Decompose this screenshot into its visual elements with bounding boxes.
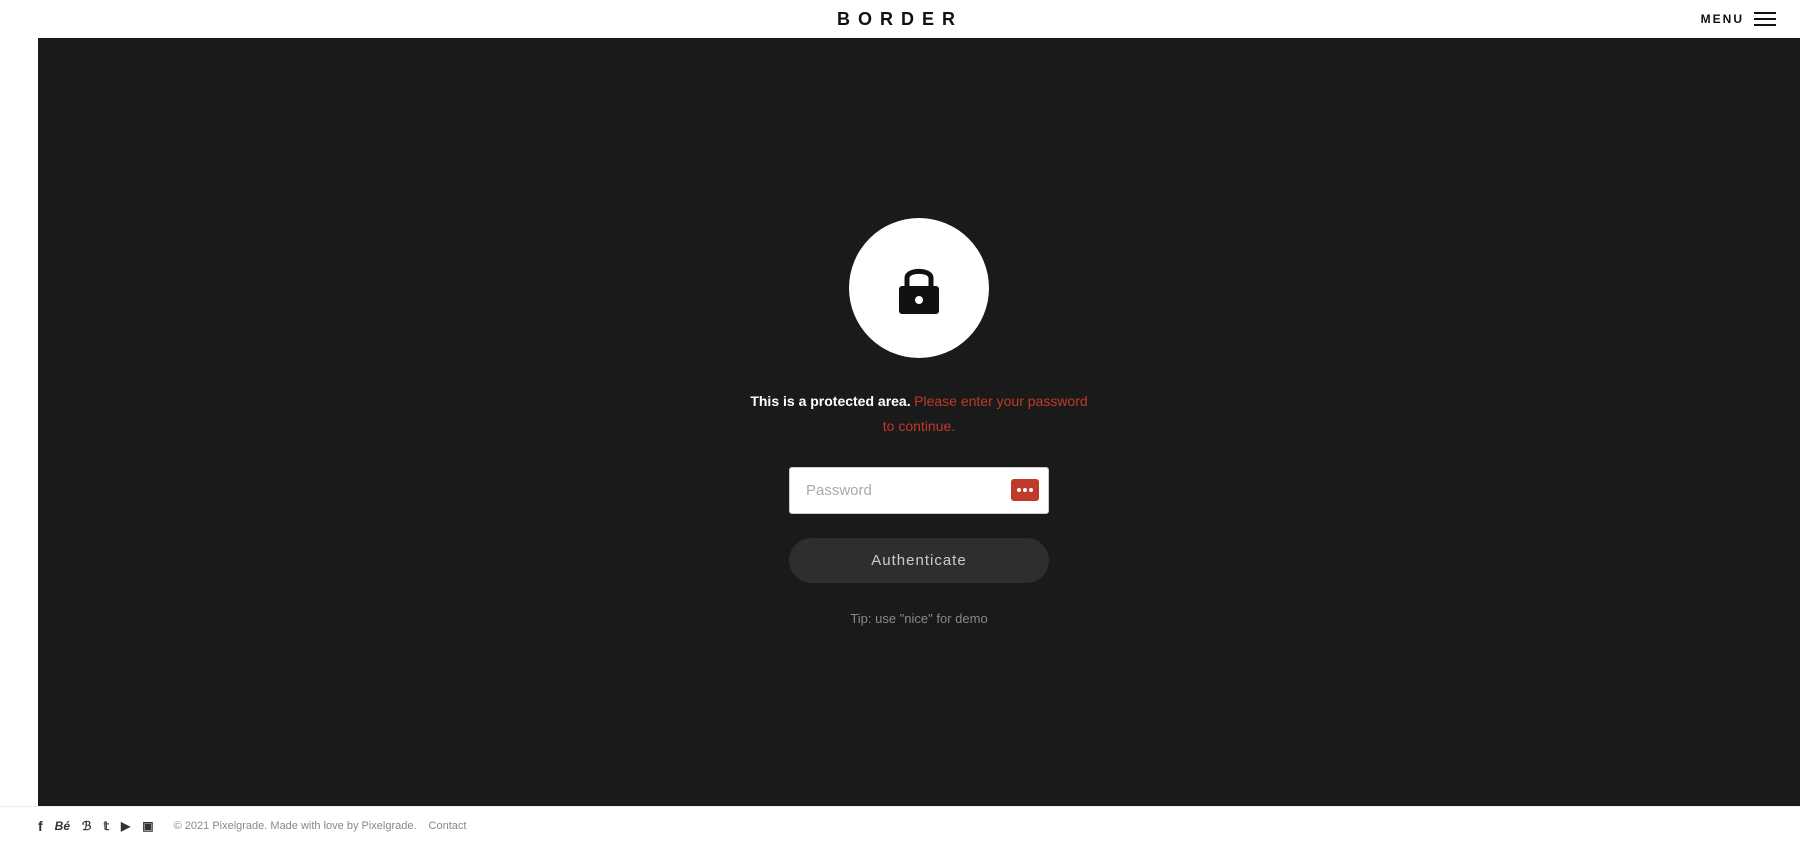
- main-content-area: This is a protected area. Please enter y…: [38, 38, 1800, 806]
- lock-icon: [887, 256, 951, 320]
- authenticate-button[interactable]: Authenticate: [789, 538, 1049, 583]
- contact-link[interactable]: Contact: [429, 820, 467, 832]
- stumbleupon-icon[interactable]: ℬ: [82, 819, 91, 833]
- password-container: [789, 467, 1049, 514]
- protected-bold: This is a protected area.: [750, 393, 910, 409]
- dots-icon: [1017, 488, 1033, 492]
- password-input[interactable]: [789, 467, 1049, 514]
- tip-text: Tip: use "nice" for demo: [850, 611, 987, 626]
- hamburger-icon: [1754, 12, 1776, 26]
- menu-label: MENU: [1701, 12, 1744, 26]
- social-links: f Bé ℬ 𝕥 ▶ ▣: [38, 818, 154, 834]
- behance-icon[interactable]: Bé: [55, 819, 70, 833]
- twitter-icon[interactable]: 𝕥: [103, 819, 109, 833]
- vimeo-icon[interactable]: ▣: [142, 819, 153, 833]
- site-header: BORDER MENU: [0, 0, 1800, 38]
- protected-desc: Please enter your passwordto continue.: [883, 393, 1088, 433]
- lock-circle: [849, 218, 989, 358]
- protected-area-text: This is a protected area. Please enter y…: [750, 390, 1087, 439]
- menu-button[interactable]: MENU: [1701, 12, 1776, 26]
- site-footer: f Bé ℬ 𝕥 ▶ ▣ © 2021 Pixelgrade. Made wit…: [0, 806, 1800, 844]
- copyright-text: © 2021 Pixelgrade. Made with love by Pix…: [174, 820, 417, 832]
- facebook-icon[interactable]: f: [38, 818, 43, 834]
- youtube-icon[interactable]: ▶: [121, 819, 130, 833]
- toggle-password-button[interactable]: [1011, 479, 1039, 501]
- site-logo: BORDER: [837, 9, 963, 30]
